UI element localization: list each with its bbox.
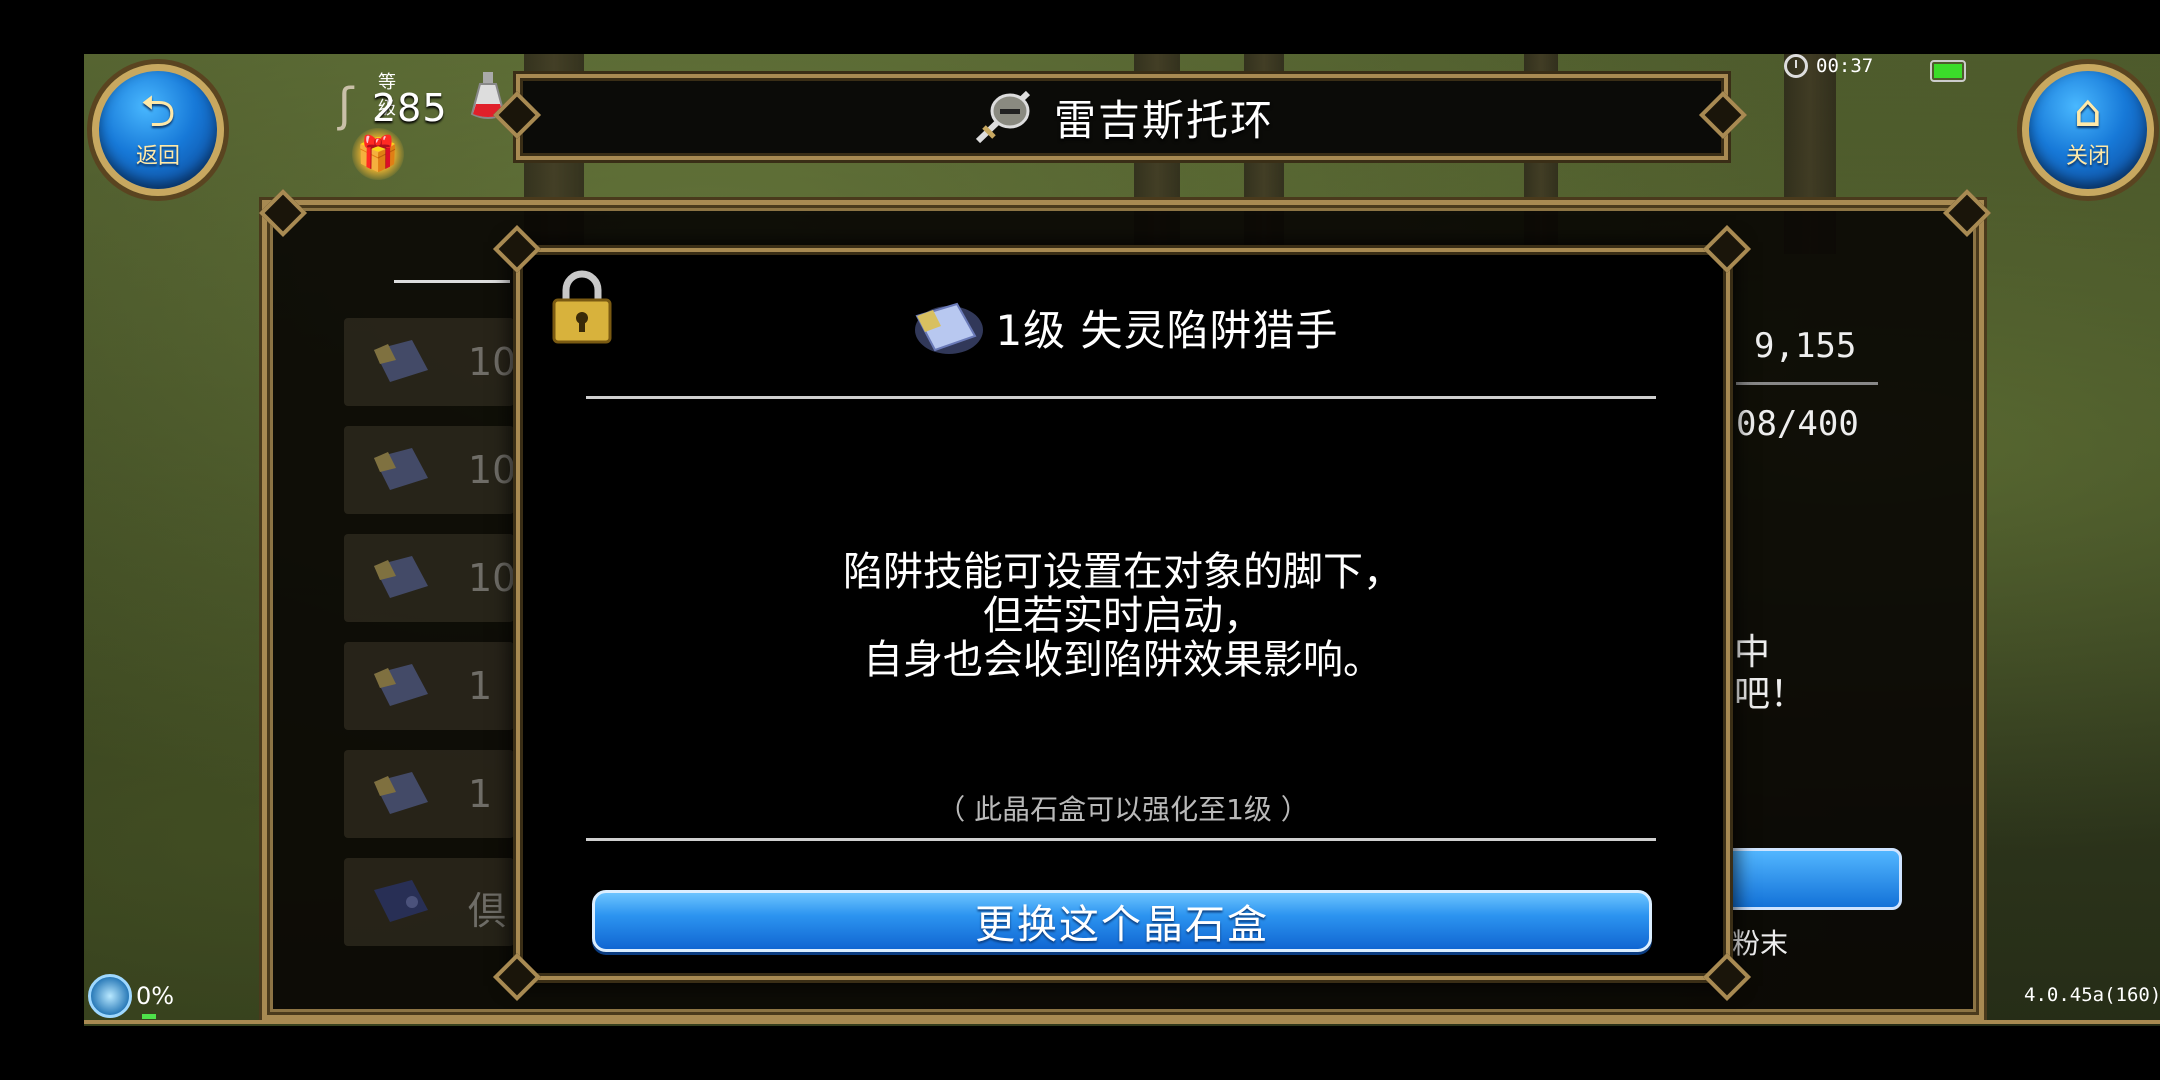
close-button[interactable]: ⌂ 关闭 (2022, 64, 2154, 196)
experience-bar (142, 1014, 156, 1019)
tab-underline (394, 280, 510, 283)
experience-orb-icon (88, 974, 132, 1018)
list-item[interactable]: 10 (344, 426, 517, 514)
list-item[interactable]: 1 (344, 642, 514, 730)
material-label: 粉末 (1732, 927, 1789, 960)
clock-time: 00:37 (1816, 55, 1874, 77)
crystal-box-icon (374, 556, 428, 598)
close-button-label: 关闭 (2065, 144, 2110, 169)
info-text-line: 吧！ (1734, 674, 1807, 715)
experience-indicator: 0% (88, 974, 174, 1018)
home-icon: ⌂ (2074, 86, 2102, 137)
confirm-button[interactable] (1720, 848, 1902, 910)
crystal-box-icon (374, 880, 428, 922)
gift-icon[interactable]: 🎁 (352, 128, 404, 180)
experience-percent: 0% (136, 982, 175, 1010)
stat-value: 9,155 (1754, 326, 1857, 366)
crystal-box-icon (374, 340, 428, 382)
title-bar: 雷吉斯托环 (516, 74, 1728, 160)
status-clock: 00:37 (1784, 52, 1873, 80)
info-text: 中 吧！ (1734, 632, 1806, 716)
info-text-line: 中 (1734, 632, 1771, 673)
list-item[interactable]: 10 (344, 318, 517, 406)
list-item-count: 10 (468, 556, 517, 600)
description-line: 陷阱技能可设置在对象的脚下， (843, 549, 1403, 595)
clock-icon (1784, 54, 1808, 78)
list-item[interactable]: 10 (344, 534, 517, 622)
stat-value: 08/400 (1736, 404, 1859, 444)
back-button[interactable]: ⮌ 返回 (92, 64, 224, 196)
upgrade-note: （ 此晶石盒可以强化至1级 ） (937, 793, 1309, 826)
list-item[interactable]: 倶 (344, 858, 514, 946)
crystal-box-icon (374, 448, 428, 490)
description-line: 但若实时启动， (983, 593, 1263, 639)
list-item-count: 10 (468, 448, 517, 492)
description-line: 自身也会收到陷阱效果影响。 (863, 637, 1383, 683)
skill-description: 陷阱技能可设置在对象的脚下， 但若实时启动， 自身也会收到陷阱效果影响。 (520, 550, 1726, 682)
divider (586, 396, 1656, 399)
battery-icon (1930, 60, 1966, 82)
page-title: 雷吉斯托环 (1053, 95, 1274, 145)
version-label: 4.0.45a(160) (2024, 984, 2160, 1006)
divider (1736, 382, 1878, 385)
back-arrow-icon: ⮌ (140, 86, 176, 137)
bottom-frame-line (84, 1020, 2160, 1024)
crystal-box-icon (915, 302, 984, 354)
list-item-count: 倶 (468, 889, 507, 933)
crystal-box-icon (374, 664, 428, 706)
replace-crystal-box-button[interactable]: 更换这个晶石盒 (592, 890, 1652, 952)
hook-icon: ʃ (338, 78, 354, 132)
divider (586, 838, 1656, 841)
list-item-count: 1 (468, 772, 493, 816)
list-item-count: 10 (468, 340, 517, 384)
skill-dialog: 1级 失灵陷阱猎手 陷阱技能可设置在对象的脚下， 但若实时启动， 自身也会收到陷… (516, 248, 1730, 980)
list-item[interactable]: 1 (344, 750, 514, 838)
helmet-sword-icon (975, 90, 1031, 144)
level-value: 285 (372, 86, 448, 130)
dialog-title-text: 1级 失灵陷阱猎手 (995, 305, 1339, 355)
back-button-label: 返回 (135, 144, 180, 169)
crystal-box-icon (374, 772, 428, 814)
dialog-title: 1级 失灵陷阱猎手 (520, 294, 1726, 360)
list-item-count: 1 (468, 664, 493, 708)
